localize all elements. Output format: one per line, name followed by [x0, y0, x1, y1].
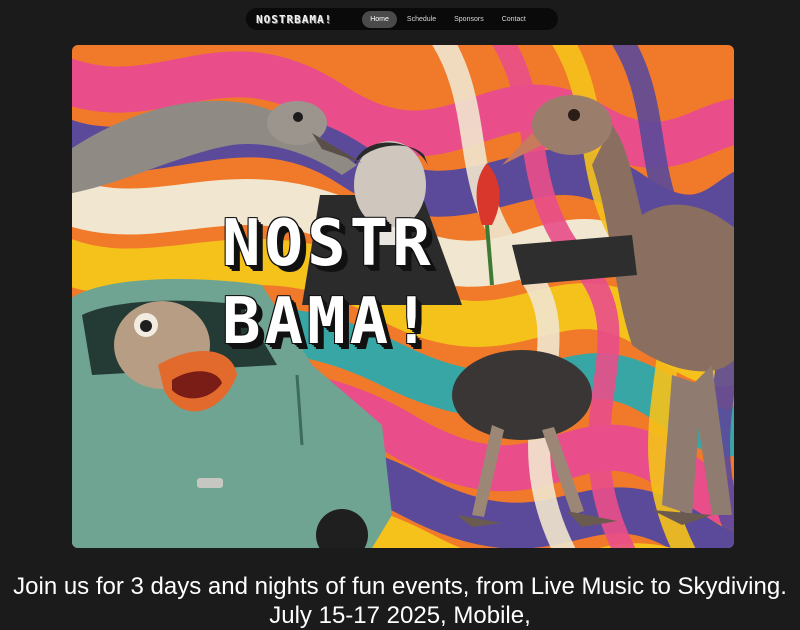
- event-intro-text: Join us for 3 days and nights of fun eve…: [13, 573, 787, 629]
- site-logo[interactable]: NOSTRBAMA!: [256, 13, 332, 26]
- hero-title: NOSTR BAMA!: [222, 205, 642, 361]
- top-nav: NOSTRBAMA! Home Schedule Sponsors Contac…: [246, 8, 558, 30]
- nav-links: Home Schedule Sponsors Contact: [362, 10, 534, 28]
- hero-title-line-2: BAMA!: [222, 285, 435, 359]
- nav-link-contact[interactable]: Contact: [494, 11, 534, 28]
- nav-link-home[interactable]: Home: [362, 10, 397, 28]
- nav-link-schedule[interactable]: Schedule: [399, 11, 444, 28]
- nav-link-sponsors[interactable]: Sponsors: [446, 11, 492, 28]
- hero-banner: NOSTR BAMA!: [72, 45, 734, 548]
- hero-title-line-1: NOSTR: [222, 207, 435, 281]
